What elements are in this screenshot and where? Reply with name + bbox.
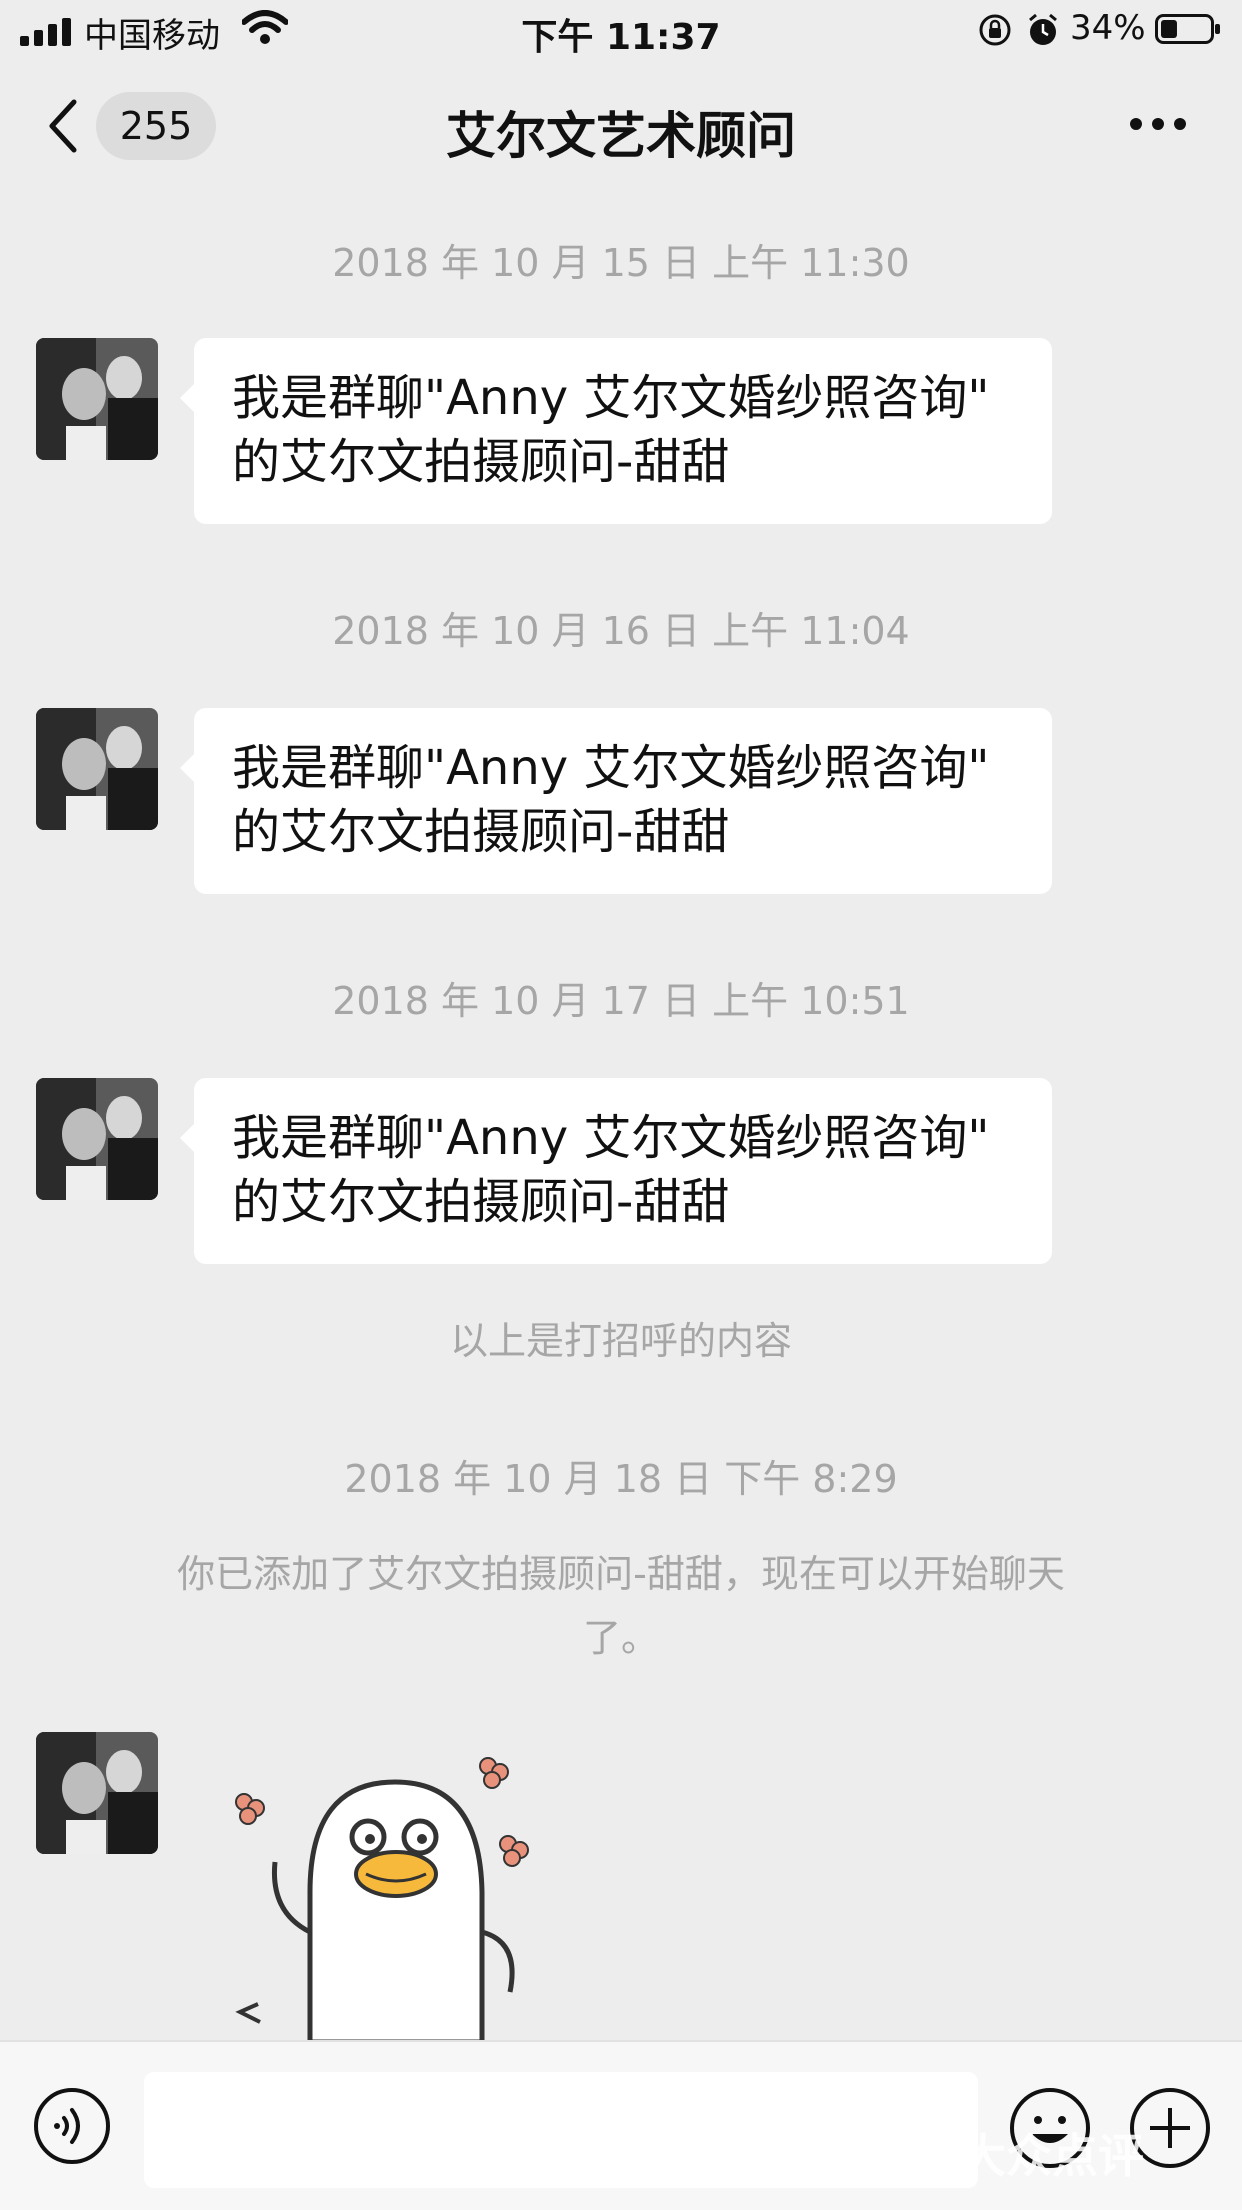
duck-sticker-icon[interactable] [220,1742,550,2042]
added-timestamp: 2018 年 10 月 18 日 下午 8:29 [344,1457,898,1501]
alarm-icon [1029,13,1057,45]
message-bubble[interactable]: 我是群聊"Anny 艾尔文婚纱照咨询" 的艾尔文拍摄顾问-甜甜 [180,1078,1052,1264]
nav-bar: 255 艾尔文艺术顾问 [0,60,1242,190]
contact-avatar[interactable] [36,338,158,460]
message-text: 我是群聊"Anny 艾尔文婚纱照咨询" 的艾尔文拍摄顾问-甜甜 [232,1110,990,1230]
voice-icon[interactable] [32,2086,112,2166]
contact-avatar[interactable] [36,708,158,830]
contact-avatar[interactable] [36,1078,158,1200]
message-timestamp: 2018 年 10 月 15 日 上午 11:30 [332,241,910,285]
greeting-note: 以上是打招呼的内容 [449,1319,792,1363]
message-text: 我是群聊"Anny 艾尔文婚纱照咨询" 的艾尔文拍摄顾问-甜甜 [232,740,990,860]
watermark: 大众点评 [960,2129,1144,2183]
rotation-lock-icon [979,14,1011,46]
battery-icon [1155,14,1220,44]
system-notice: 你已添加了艾尔文拍摄顾问-甜甜，现在可以开始聊天 了。 [110,1542,1132,1670]
message-timestamp: 2018 年 10 月 16 日 上午 11:04 [332,609,910,653]
system-notice-line: 你已添加了艾尔文拍摄顾问-甜甜，现在可以开始聊天 [177,1552,1065,1596]
message-timestamp: 2018 年 10 月 17 日 上午 10:51 [332,979,910,1023]
message-bubble[interactable]: 我是群聊"Anny 艾尔文婚纱照咨询" 的艾尔文拍摄顾问-甜甜 [180,338,1052,524]
battery-percent: 34% [1070,8,1146,48]
message-input[interactable] [144,2072,978,2188]
more-options-icon[interactable] [1128,116,1188,132]
message-bubble[interactable]: 我是群聊"Anny 艾尔文婚纱照咨询" 的艾尔文拍摄顾问-甜甜 [180,708,1052,894]
system-notice-line: 了。 [582,1616,659,1660]
contact-avatar[interactable] [36,1732,158,1854]
status-bar: 中国移动 下午 11:37 34% [0,0,1242,60]
chat-title: 艾尔文艺术顾问 [446,107,796,165]
message-text: 我是群聊"Anny 艾尔文婚纱照咨询" 的艾尔文拍摄顾问-甜甜 [232,370,990,490]
